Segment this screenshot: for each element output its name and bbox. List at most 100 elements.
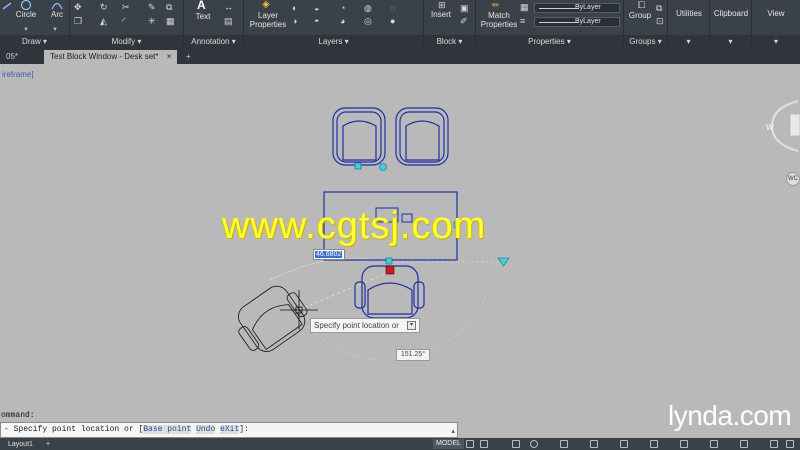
layer-tool-7-icon[interactable]: ◍: [364, 3, 372, 13]
add-layout-button[interactable]: +: [42, 439, 54, 450]
utilities-panel[interactable]: Utilities ▾: [668, 0, 710, 48]
layer-tool-5-icon[interactable]: ◔: [340, 3, 345, 13]
view-panel[interactable]: View ▾: [752, 0, 800, 48]
polar-icon[interactable]: [530, 440, 538, 448]
modify-panel-footer[interactable]: Modify ▾: [70, 35, 183, 48]
match-properties-label-1[interactable]: Match: [480, 11, 518, 20]
mirror-icon[interactable]: ◭: [100, 16, 107, 26]
annotation-panel-footer[interactable]: Annotation ▾: [184, 35, 243, 48]
annotation-panel: A Text ↔ ▤ Annotation ▾: [184, 0, 244, 48]
dynamic-input-distance[interactable]: 46.6802: [313, 249, 345, 260]
array-icon[interactable]: ▦: [166, 16, 175, 26]
fullscreen-icon[interactable]: [770, 440, 778, 448]
line-tool-icon[interactable]: [2, 2, 12, 10]
arc-tool-icon[interactable]: [50, 0, 64, 10]
properties-panel-footer[interactable]: Properties ▾: [476, 35, 623, 48]
tab-test-block-window[interactable]: Test Block Window - Desk set* ×: [44, 50, 178, 64]
workspace-icon[interactable]: [710, 440, 718, 448]
chair-top-right: [395, 107, 449, 166]
erase-icon[interactable]: ✎: [148, 2, 156, 12]
circle-tool-label[interactable]: Circle: [14, 10, 38, 19]
view-label[interactable]: View: [756, 9, 796, 18]
groups-panel-footer[interactable]: Groups ▾: [624, 35, 667, 48]
osnap-icon[interactable]: [560, 440, 568, 448]
lineweight-status-icon[interactable]: [590, 440, 598, 448]
customize-icon[interactable]: [786, 440, 794, 448]
compass-w-label: W: [766, 123, 774, 132]
edit-block-icon[interactable]: ✐: [460, 16, 468, 26]
command-line[interactable]: - Specify point location or [Base point …: [0, 422, 458, 438]
layer-tool-9-icon[interactable]: ◌: [390, 3, 395, 13]
insert-label[interactable]: Insert: [426, 10, 456, 19]
tab-layout1[interactable]: Layout1: [4, 439, 37, 450]
layer-tool-4-icon[interactable]: ◓: [314, 16, 319, 26]
linetype-dropdown[interactable]: ByLayer: [534, 3, 620, 13]
copy-icon[interactable]: ❐: [74, 16, 82, 26]
command-scroll-icon[interactable]: ▲: [451, 425, 455, 439]
dimension-icon[interactable]: ↔: [224, 2, 233, 12]
layer-tool-10-icon[interactable]: ●: [390, 16, 395, 26]
create-block-icon[interactable]: ▣: [460, 3, 469, 13]
color-swatch-icon[interactable]: ▦: [520, 2, 529, 12]
circle-tool-icon[interactable]: [19, 0, 33, 10]
new-tab-button[interactable]: +: [180, 50, 197, 64]
lineweight-dropdown[interactable]: ByLayer: [534, 17, 620, 27]
view-dropdown-icon[interactable]: ▾: [752, 35, 800, 48]
modify-panel: ✥ ❐ ↻ ◭ ✂ ◜ ✎ ✳ ⧉ ▦ Modify ▾: [70, 0, 184, 48]
wcs-menu-icon[interactable]: WC: [786, 172, 800, 186]
layer-properties-label-2[interactable]: Properties: [248, 20, 288, 29]
layers-panel-footer[interactable]: Layers ▾: [244, 35, 423, 48]
draw-panel-footer[interactable]: Draw ▾: [0, 35, 69, 48]
explode-icon[interactable]: ✳: [148, 16, 156, 26]
clipboard-label[interactable]: Clipboard: [711, 9, 751, 18]
fillet-icon[interactable]: ◜: [122, 16, 126, 26]
group-edit-icon[interactable]: ⊡: [656, 16, 664, 26]
transparency-icon[interactable]: [620, 440, 628, 448]
block-panel-footer[interactable]: Block ▾: [424, 35, 475, 48]
option-undo[interactable]: Undo: [196, 425, 216, 434]
options-dropdown-icon[interactable]: ▾: [407, 321, 416, 330]
layer-properties-label-1[interactable]: Layer: [248, 11, 288, 20]
layer-tool-3-icon[interactable]: ◒: [314, 3, 319, 13]
offset-icon[interactable]: ⧉: [166, 2, 172, 12]
arc-tool-label[interactable]: Arc: [46, 10, 68, 19]
match-properties-icon[interactable]: ✏: [492, 0, 500, 10]
rotation-arc: [269, 258, 391, 281]
layer-tool-1-icon[interactable]: ◐: [292, 3, 297, 13]
lineweight-icon[interactable]: ≡: [520, 16, 525, 26]
arc-dropdown-icon[interactable]: ▼: [52, 23, 58, 35]
circle-dropdown-icon[interactable]: ▼: [23, 23, 29, 35]
ortho-icon[interactable]: [512, 440, 520, 448]
utilities-dropdown-icon[interactable]: ▾: [668, 35, 709, 48]
text-tool-label[interactable]: Text: [190, 12, 216, 21]
move-icon[interactable]: ✥: [74, 2, 82, 12]
layer-tool-8-icon[interactable]: ◎: [364, 16, 372, 26]
option-base-point[interactable]: Base point: [143, 425, 192, 434]
layer-tool-2-icon[interactable]: ◑: [292, 16, 297, 26]
layer-properties-icon[interactable]: ◈: [262, 0, 270, 10]
text-tool-icon[interactable]: A: [197, 0, 206, 11]
grid-icon[interactable]: [466, 440, 474, 448]
dynamic-input-angle[interactable]: 151.25°: [396, 349, 430, 361]
tab-close-icon[interactable]: ×: [167, 52, 172, 61]
clipboard-dropdown-icon[interactable]: ▾: [710, 35, 751, 48]
clipboard-panel[interactable]: Clipboard ▾: [710, 0, 752, 48]
table-icon[interactable]: ▤: [224, 16, 233, 26]
option-exit[interactable]: eXit: [220, 425, 240, 434]
selection-cycling-icon[interactable]: [650, 440, 658, 448]
ungroup-icon[interactable]: ⧉: [656, 3, 662, 13]
trim-icon[interactable]: ✂: [122, 2, 130, 12]
isolate-icon[interactable]: [740, 440, 748, 448]
snap-icon[interactable]: [480, 440, 488, 448]
group-icon[interactable]: ⧠: [638, 0, 645, 10]
tab-previous-drawing[interactable]: 05*: [0, 50, 24, 64]
match-properties-label-2[interactable]: Properties: [480, 20, 518, 29]
group-label[interactable]: Group: [626, 11, 654, 20]
annotation-scale-icon[interactable]: [680, 440, 688, 448]
layer-tool-6-icon[interactable]: ◕: [340, 16, 345, 26]
viewcube[interactable]: W: [762, 96, 800, 156]
rotate-icon[interactable]: ↻: [100, 2, 108, 12]
model-space-button[interactable]: MODEL: [433, 439, 464, 449]
utilities-label[interactable]: Utilities: [670, 9, 708, 18]
insert-icon[interactable]: ⊞: [438, 0, 446, 10]
